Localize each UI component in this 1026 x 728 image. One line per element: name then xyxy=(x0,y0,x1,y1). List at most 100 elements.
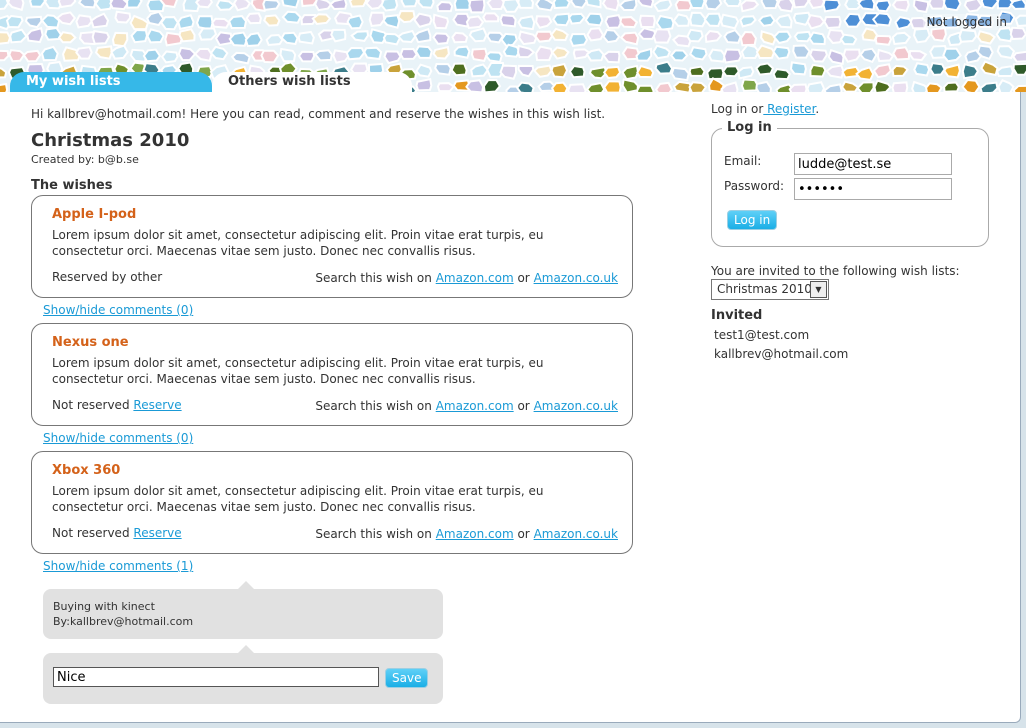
tab-others-wish-lists[interactable]: Others wish lists xyxy=(212,72,412,92)
mosaic-tile xyxy=(311,13,332,26)
mosaic-tile xyxy=(569,33,589,47)
login-fieldset: Log in Email: Password: Log in xyxy=(711,120,989,247)
reservation-status-text: Not reserved xyxy=(52,526,130,540)
mosaic-tile xyxy=(486,0,506,11)
mosaic-tile xyxy=(535,15,553,29)
mosaic-tile xyxy=(24,15,43,29)
mosaic-tile xyxy=(413,12,433,29)
search-or: or xyxy=(517,527,530,541)
reserve-link[interactable]: Reserve xyxy=(133,398,181,412)
amazon-com-link[interactable]: Amazon.com xyxy=(436,527,514,541)
mosaic-tile xyxy=(806,81,826,92)
mosaic-tile xyxy=(892,46,911,61)
invited-heading: Invited xyxy=(711,308,763,323)
mosaic-tile xyxy=(652,28,672,44)
mosaic-tile xyxy=(281,10,302,24)
mosaic-tile xyxy=(792,0,811,9)
comment-input[interactable] xyxy=(53,667,379,687)
mosaic-tile xyxy=(602,28,621,44)
mosaic-tile xyxy=(873,79,892,92)
login-button[interactable]: Log in xyxy=(727,210,778,230)
mosaic-tile xyxy=(470,63,490,78)
page-title: Christmas 2010 xyxy=(31,130,190,151)
mosaic-tile xyxy=(721,65,741,78)
mosaic-tile xyxy=(961,78,981,92)
mosaic-tile xyxy=(723,48,743,64)
login-prompt-text: Log in or xyxy=(711,102,764,116)
mosaic-tile xyxy=(774,13,793,29)
mosaic-tile xyxy=(0,82,9,92)
mosaic-tile xyxy=(552,0,571,9)
mosaic-tile xyxy=(517,0,535,9)
amazon-co-uk-link[interactable]: Amazon.co.uk xyxy=(534,527,618,541)
show-hide-comments-link[interactable]: Show/hide comments (1) xyxy=(43,559,193,573)
mosaic-tile xyxy=(232,0,252,12)
password-field[interactable] xyxy=(794,178,952,200)
mosaic-tile xyxy=(980,60,999,77)
mosaic-tile xyxy=(1009,26,1026,41)
chevron-down-icon[interactable]: ▼ xyxy=(810,281,827,298)
mosaic-tile xyxy=(114,10,132,24)
show-hide-comments-link[interactable]: Show/hide comments (0) xyxy=(43,431,193,445)
mosaic-tile xyxy=(857,0,876,11)
reservation-status: Not reserved Reserve xyxy=(52,526,182,540)
mosaic-tile xyxy=(314,0,333,12)
mosaic-tile xyxy=(942,0,962,12)
amazon-com-link[interactable]: Amazon.com xyxy=(436,399,514,413)
mosaic-tile xyxy=(281,0,300,9)
mosaic-tile xyxy=(772,67,791,81)
comment-author: By:kallbrev@hotmail.com xyxy=(53,615,194,628)
amazon-co-uk-link[interactable]: Amazon.co.uk xyxy=(534,399,618,413)
reservation-status-text: Not reserved xyxy=(52,398,130,412)
wish-title: Apple I-pod xyxy=(52,207,137,222)
save-button[interactable]: Save xyxy=(385,668,429,688)
mosaic-tile xyxy=(8,49,26,63)
mosaic-tile xyxy=(619,16,639,29)
register-link[interactable]: Register xyxy=(763,102,815,116)
show-hide-comments-link[interactable]: Show/hide comments (0) xyxy=(43,303,193,317)
mosaic-tile xyxy=(432,13,450,30)
mosaic-tile xyxy=(109,0,130,11)
tab-my-wish-lists[interactable]: My wish lists xyxy=(10,72,212,92)
mosaic-tile xyxy=(198,27,218,41)
mosaic-tile xyxy=(1009,0,1026,10)
mosaic-tile xyxy=(501,0,521,13)
mosaic-tile xyxy=(706,67,725,81)
mosaic-tile xyxy=(0,67,8,79)
mosaic-tile xyxy=(823,15,842,30)
mosaic-tile xyxy=(872,63,893,79)
mosaic-tile xyxy=(468,0,486,14)
mosaic-tile xyxy=(77,0,97,9)
wish-list-select[interactable]: Christmas 2010 ▼ xyxy=(711,279,829,300)
reservation-status-text: Reserved by other xyxy=(52,270,163,284)
reserve-link[interactable]: Reserve xyxy=(133,526,181,540)
mosaic-tile xyxy=(1012,62,1026,76)
mosaic-tile xyxy=(280,31,299,46)
mosaic-tile xyxy=(637,27,657,40)
amazon-com-link[interactable]: Amazon.com xyxy=(436,271,514,285)
mosaic-tile xyxy=(91,29,111,45)
mosaic-tile xyxy=(739,30,758,47)
mosaic-tile xyxy=(567,83,587,92)
search-or: or xyxy=(517,271,530,285)
mosaic-tile xyxy=(110,44,129,60)
mosaic-tile xyxy=(894,16,913,31)
mosaic-tile xyxy=(533,64,553,78)
mosaic-tile xyxy=(160,50,179,64)
mosaic-tile xyxy=(517,15,536,31)
wish-title: Xbox 360 xyxy=(52,463,121,478)
mosaic-tile xyxy=(550,81,569,92)
amazon-co-uk-link[interactable]: Amazon.co.uk xyxy=(534,271,618,285)
wish-description: Lorem ipsum dolor sit amet, consectetur … xyxy=(52,484,544,514)
mosaic-tile xyxy=(346,14,364,30)
reservation-status: Reserved by other xyxy=(52,270,162,284)
mosaic-tile xyxy=(652,0,673,13)
wish-card: Apple I-pod Lorem ipsum dolor sit amet, … xyxy=(31,195,633,298)
mosaic-tile xyxy=(515,81,535,92)
mosaic-tile xyxy=(672,13,691,27)
mosaic-tile xyxy=(704,0,723,11)
mosaic-tile xyxy=(9,28,28,44)
mosaic-tile xyxy=(585,48,605,62)
mosaic-tile xyxy=(129,14,150,31)
email-field[interactable] xyxy=(794,153,952,175)
